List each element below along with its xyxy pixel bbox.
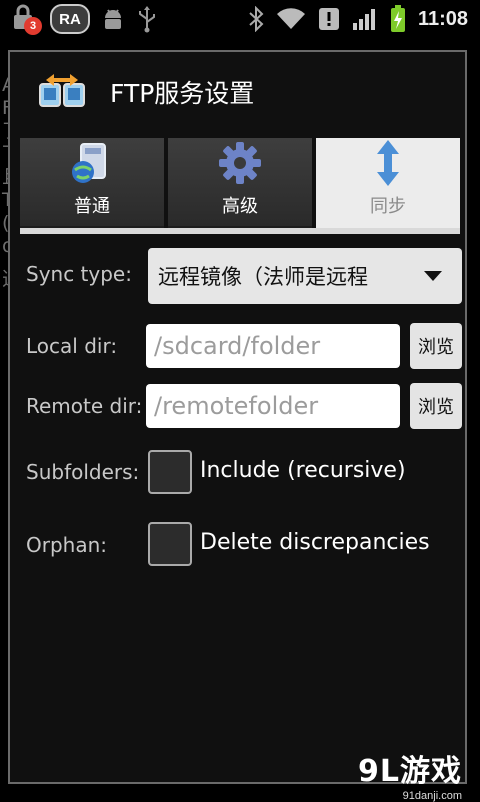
subfolders-checkbox[interactable] [148, 450, 192, 494]
alert-icon [318, 8, 339, 30]
remote-dir-browse-button[interactable]: 浏览 [410, 383, 462, 429]
bluetooth-icon [249, 6, 264, 32]
up-down-arrow-icon [377, 140, 399, 186]
wifi-icon [276, 8, 305, 30]
sync-type-dropdown[interactable]: 远程镜像（法师是远程 [148, 248, 462, 304]
lock-notification-icon: 3 [8, 3, 42, 35]
signal-icon [352, 9, 375, 30]
orphan-checkbox[interactable] [148, 522, 192, 566]
remote-dir-row: Remote dir: [26, 394, 142, 418]
ftp-app-icon [39, 74, 85, 107]
sync-type-row: Sync type: [26, 262, 132, 286]
tab-divider [20, 228, 460, 234]
remote-dir-label: Remote dir: [26, 394, 143, 418]
dropdown-arrow-icon [424, 271, 442, 281]
local-dir-input[interactable]: /sdcard/folder [146, 324, 400, 368]
settings-tabs: 普通 高级 同步 [20, 138, 460, 230]
battery-charging-icon [390, 5, 405, 32]
watermark-logo: 9L游戏 [358, 754, 462, 789]
ftp-settings-dialog: FTP服务设置 普通 高级 同步 Sync type: 远程镜像（法师是远程 L… [8, 50, 467, 784]
tab-general-label: 普通 [74, 196, 110, 217]
notification-count-badge: 3 [24, 17, 42, 35]
android-debug-icon [105, 9, 121, 29]
orphan-row: Orphan: [26, 533, 107, 557]
subfolders-option-text: Include (recursive) [200, 458, 406, 483]
sync-type-label: Sync type: [26, 262, 132, 286]
tab-advanced-label: 高级 [222, 196, 258, 217]
subfolders-row: Subfolders: [26, 460, 139, 484]
ra-app-icon: RA [50, 4, 90, 34]
subfolders-label: Subfolders: [26, 460, 140, 484]
local-dir-browse-button[interactable]: 浏览 [410, 323, 462, 369]
local-dir-row: Local dir: [26, 334, 117, 358]
dialog-header: FTP服务设置 [10, 52, 465, 132]
site-watermark: 9L游戏 91danji.com [358, 746, 462, 802]
usb-icon [139, 6, 155, 33]
tab-general[interactable]: 普通 [20, 138, 164, 230]
local-dir-label: Local dir: [26, 334, 118, 358]
dialog-title: FTP服务设置 [110, 79, 255, 108]
watermark-url: 91danji.com [402, 790, 462, 802]
clock: 11:08 [417, 7, 468, 30]
computer-globe-icon [72, 143, 106, 183]
sync-type-value: 远程镜像（法师是远程 [158, 265, 368, 289]
tab-sync[interactable]: 同步 [316, 138, 460, 230]
remote-dir-input[interactable]: /remotefolder [146, 384, 400, 428]
orphan-label: Orphan: [26, 533, 108, 557]
tab-sync-label: 同步 [370, 196, 406, 217]
gear-icon [219, 142, 261, 184]
status-bar: 3 RA 11:08 [0, 0, 480, 38]
tab-advanced[interactable]: 高级 [168, 138, 312, 230]
orphan-option-text: Delete discrepancies [200, 530, 430, 555]
